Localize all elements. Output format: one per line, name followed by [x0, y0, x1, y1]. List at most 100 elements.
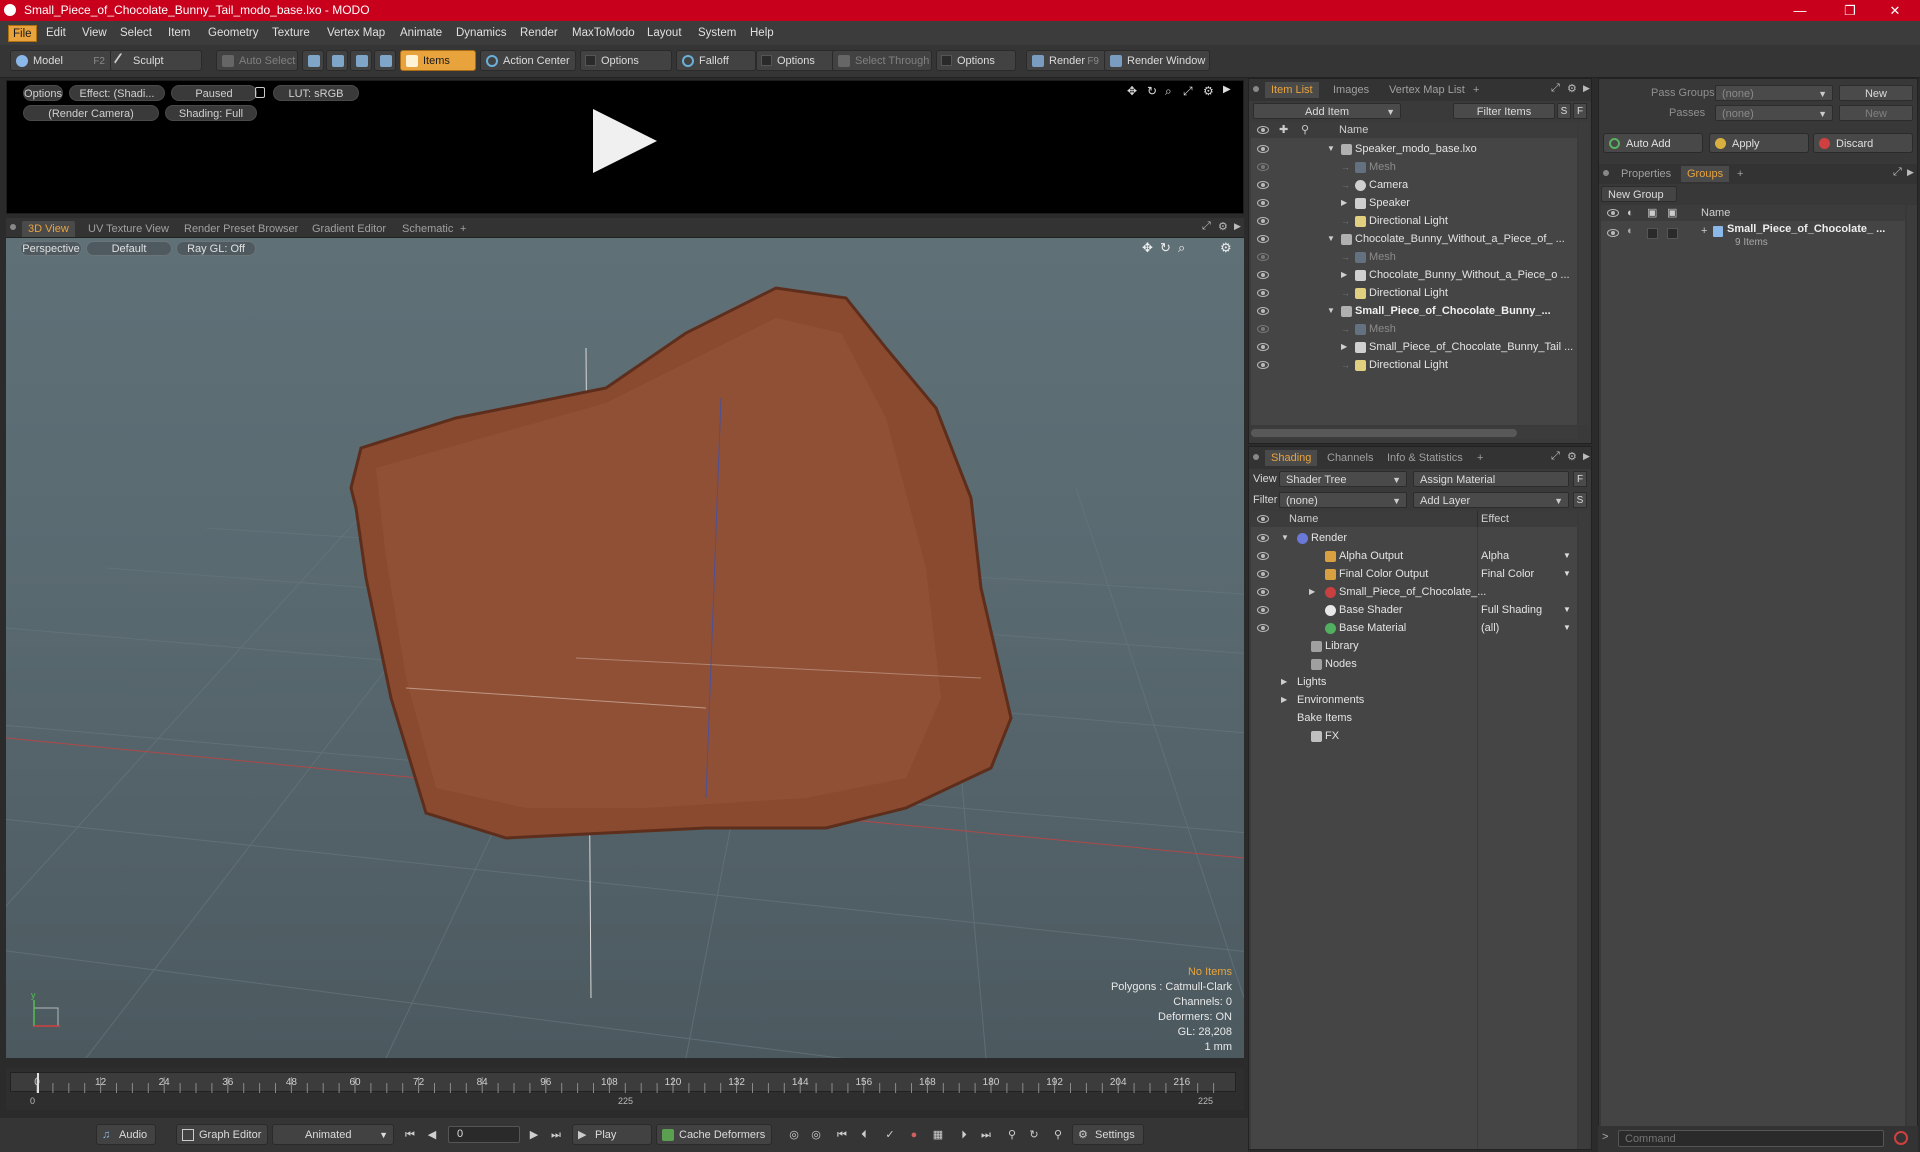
viewport-menu-arrow-icon[interactable]: ▶ [1234, 221, 1241, 232]
rotate-view-icon[interactable]: ↻ [1147, 84, 1157, 98]
select-materials-button[interactable] [374, 50, 396, 71]
expand-arrow-icon[interactable]: ▶ [1341, 194, 1347, 212]
passes-dropdown[interactable]: (none) ▼ [1715, 105, 1833, 121]
visibility-header-icon[interactable] [1257, 126, 1269, 134]
item-list-hscrollbar[interactable] [1251, 427, 1577, 439]
lock-header-icon[interactable]: ✚ [1279, 122, 1288, 138]
delete-key-icon[interactable]: ▦ [930, 1128, 946, 1142]
shader-visibility-eye-icon[interactable] [1257, 570, 1269, 578]
shader-visibility-eye-icon[interactable] [1257, 624, 1269, 632]
shading-f-button[interactable]: F [1573, 471, 1587, 487]
group-expand-icon[interactable]: + [1701, 225, 1707, 237]
render-preview-panel[interactable]: Options Effect: (Shadi... Paused LUT: sR… [6, 80, 1244, 214]
groups-vscrollbar[interactable] [1907, 205, 1917, 1145]
assign-material-button[interactable]: Assign Material [1413, 471, 1569, 487]
item-row[interactable]: ▼ Chocolate_Bunny_Without_a_Piece_of_ ... [1251, 230, 1577, 248]
effect-dropdown-arrow-icon[interactable]: ▼ [1563, 601, 1571, 619]
item-row[interactable]: ▶ Speaker [1251, 194, 1577, 212]
visibility-eye-icon[interactable] [1257, 199, 1269, 207]
add-groups-tab-button[interactable]: + [1731, 166, 1749, 182]
shader-visibility-eye-icon[interactable] [1257, 534, 1269, 542]
expand-arrow-icon[interactable]: ▶ [1341, 338, 1347, 356]
record-icon[interactable]: ● [906, 1128, 922, 1142]
groups-render-header-icon[interactable]: ◐ [1627, 205, 1634, 221]
effect-value[interactable]: (all) [1481, 619, 1499, 637]
select-polygons-button[interactable] [350, 50, 372, 71]
groups-menu-arrow-icon[interactable]: ▶ [1907, 167, 1914, 178]
options-checkbox[interactable] [585, 55, 596, 66]
play-icon[interactable] [593, 109, 657, 173]
tab-gradient-editor[interactable]: Gradient Editor [306, 221, 392, 237]
groups-grip-icon[interactable] [1603, 170, 1609, 176]
add-item-list-tab-button[interactable]: + [1467, 82, 1485, 98]
minimize-button[interactable]: — [1780, 0, 1820, 21]
item-row[interactable]: → Directional Light [1251, 284, 1577, 302]
timeline[interactable]: 0 12 24 36 48 60 72 84 96 108 120 132 144 156 168 180 19… [6, 1068, 1244, 1110]
filter-items-field[interactable]: Filter Items [1453, 103, 1555, 119]
audio-button[interactable]: ♫ Audio [96, 1124, 156, 1145]
menu-edit[interactable]: Edit [42, 25, 70, 42]
menu-dynamics[interactable]: Dynamics [452, 25, 510, 42]
group-render-icon[interactable]: ◐ [1627, 225, 1634, 237]
collapse-arrow-icon[interactable]: ▼ [1327, 140, 1335, 158]
model-mode-button[interactable]: Model F2 [10, 50, 112, 71]
shader-row[interactable]: Base Shader Full Shading ▼ [1251, 601, 1577, 619]
prev-key-nav-icon[interactable]: ⏮ [834, 1128, 850, 1142]
shader-row[interactable]: ▶ Lights [1251, 673, 1577, 691]
animated-dropdown[interactable]: Animated ▼ [272, 1124, 394, 1145]
groups-maximize-icon[interactable]: ⤢ [1893, 166, 1902, 179]
shader-row[interactable]: Final Color Output Final Color ▼ [1251, 565, 1577, 583]
item-row[interactable]: ▶ Chocolate_Bunny_Without_a_Piece_o ... [1251, 266, 1577, 284]
menu-system[interactable]: System [694, 25, 740, 42]
groups-select-header-icon[interactable]: ▣ [1667, 205, 1677, 221]
groups-visibility-header-icon[interactable] [1607, 209, 1619, 217]
preview-options-button[interactable]: Options [23, 85, 63, 101]
visibility-eye-icon[interactable] [1257, 217, 1269, 225]
add-shading-tab-button[interactable]: + [1471, 450, 1489, 466]
item-list-grip-icon[interactable] [1253, 86, 1259, 92]
falloff-options-button[interactable]: Options [756, 50, 836, 71]
add-layer-dropdown[interactable]: Add Layer ▼ [1413, 492, 1569, 508]
shader-row[interactable]: Base Material (all) ▼ [1251, 619, 1577, 637]
previous-key-icon[interactable]: ◀ [424, 1128, 440, 1142]
effect-dropdown-arrow-icon[interactable]: ▼ [1563, 547, 1571, 565]
collapse-arrow-icon[interactable]: ▼ [1281, 529, 1289, 547]
pass-groups-dropdown[interactable]: (none) ▼ [1715, 85, 1833, 101]
preview-settings-icon[interactable]: ⚙ [1203, 84, 1214, 98]
group-row[interactable]: ◐ + Small_Piece_of_Chocolate_ ... 9 Item… [1601, 223, 1905, 255]
shader-row[interactable]: Alpha Output Alpha ▼ [1251, 547, 1577, 565]
menu-file[interactable]: File [8, 25, 37, 42]
expand-arrow-icon[interactable]: ▶ [1281, 673, 1287, 691]
visibility-eye-icon[interactable] [1257, 343, 1269, 351]
item-list-s-button[interactable]: S [1557, 103, 1571, 119]
action-center-options-button[interactable]: Options [580, 50, 672, 71]
tab-shading[interactable]: Shading [1265, 450, 1318, 466]
next-key-icon[interactable]: ▶ [526, 1128, 542, 1142]
visibility-eye-icon[interactable] [1257, 307, 1269, 315]
tab-3d-view[interactable]: 3D View [22, 221, 75, 237]
groups-tree[interactable]: ◐ ▣ ▣ Name ◐ + Small_Piece_of_Chocolate_… [1601, 205, 1905, 1145]
maximize-view-icon[interactable]: ⤢ [1183, 84, 1193, 99]
view-dropdown[interactable]: Shader Tree ▼ [1279, 471, 1407, 487]
frame-field[interactable]: 0 [448, 1126, 520, 1143]
tab-channels[interactable]: Channels [1321, 450, 1379, 466]
tab-groups[interactable]: Groups [1681, 166, 1730, 182]
visibility-eye-icon[interactable] [1257, 361, 1269, 369]
visibility-eye-icon[interactable] [1257, 253, 1269, 261]
column-divider[interactable] [1477, 511, 1478, 527]
effect-dropdown-arrow-icon[interactable]: ▼ [1563, 565, 1571, 583]
auto-key-icon[interactable]: ◎ [808, 1128, 824, 1142]
shading-menu-arrow-icon[interactable]: ▶ [1583, 451, 1590, 462]
shading-vscrollbar[interactable] [1579, 511, 1589, 1149]
viewport-maximize-icon[interactable]: ⤢ [1202, 220, 1211, 233]
select-edges-button[interactable] [326, 50, 348, 71]
shader-visibility-header-icon[interactable] [1257, 515, 1269, 523]
falloff-button[interactable]: Falloff [676, 50, 756, 71]
zoom-view-icon-3d[interactable]: ⌕ [1178, 240, 1185, 256]
item-list-f-button[interactable]: F [1573, 103, 1587, 119]
new-pass-group-button[interactable]: New [1839, 85, 1913, 101]
viewport-settings-icon[interactable]: ⚙ [1218, 220, 1228, 233]
shader-visibility-eye-icon[interactable] [1257, 552, 1269, 560]
graph-editor-button[interactable]: Graph Editor [176, 1124, 268, 1145]
panel-grip-icon[interactable] [10, 224, 16, 230]
